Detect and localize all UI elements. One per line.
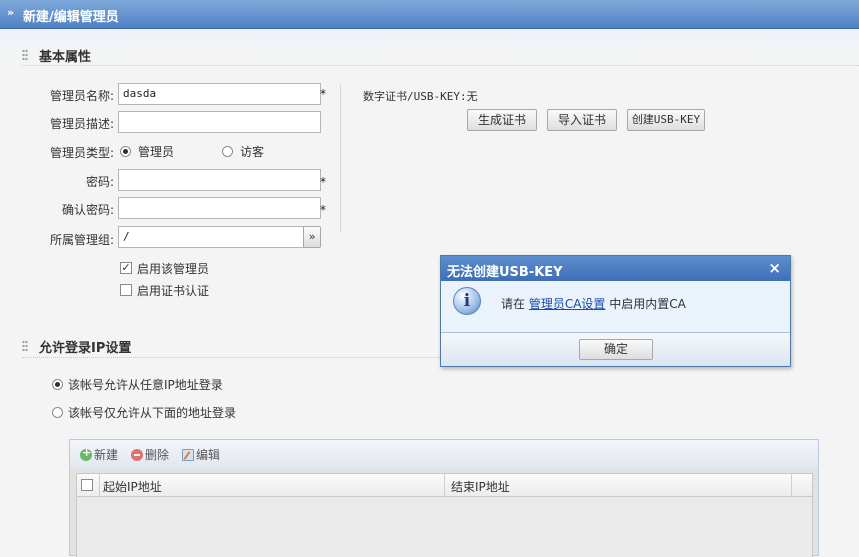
page-title: 新建/编辑管理员 xyxy=(23,10,119,25)
generate-cert-button[interactable]: 生成证书 xyxy=(467,109,537,131)
ip-section-title: 允许登录IP设置 xyxy=(39,341,132,356)
name-input[interactable]: dasda xyxy=(118,83,321,105)
ip-list-label: 该帐号仅允许从下面的地址登录 xyxy=(68,406,237,420)
section-divider xyxy=(22,65,859,66)
edit-icon xyxy=(182,449,194,461)
section-grip-icon xyxy=(22,340,28,351)
ip-grid-header: 起始IP地址 结束IP地址 xyxy=(76,473,813,497)
type-label: 管理员类型: xyxy=(49,146,114,160)
dialog-body: i 请在 管理员CA设置 中启用内置CA xyxy=(441,281,790,333)
type-guest-label: 访客 xyxy=(240,145,265,159)
ip-grid: 新建 删除 编辑 起始IP地址 结束IP地址 xyxy=(69,439,819,557)
column-divider xyxy=(444,474,445,496)
type-admin-label: 管理员 xyxy=(138,145,175,159)
add-label: 新建 xyxy=(94,448,119,462)
type-admin-radio[interactable] xyxy=(120,146,131,157)
enable-cert-label: 启用证书认证 xyxy=(137,284,210,298)
edit-button[interactable]: 编辑 xyxy=(182,446,220,463)
group-label: 所属管理组: xyxy=(49,233,114,247)
ok-button[interactable]: 确定 xyxy=(579,339,653,360)
group-picker-button[interactable]: » xyxy=(303,226,321,248)
header-band xyxy=(0,29,859,65)
enable-admin-label: 启用该管理员 xyxy=(137,262,210,276)
name-label: 管理员名称: xyxy=(49,89,114,103)
select-all-checkbox[interactable] xyxy=(81,479,93,491)
usbkey-error-dialog: 无法创建USB-KEY × i 请在 管理员CA设置 中启用内置CA 确定 xyxy=(440,255,791,367)
required-mark: * xyxy=(320,87,326,101)
dialog-msg-suffix: 中启用内置CA xyxy=(609,297,686,311)
confirm-password-input[interactable] xyxy=(118,197,321,219)
enable-cert-checkbox[interactable] xyxy=(120,284,132,296)
cert-status: 数字证书/USB-KEY:无 xyxy=(363,90,478,103)
basic-section-title: 基本属性 xyxy=(39,50,92,65)
delete-icon xyxy=(131,449,143,461)
edit-label: 编辑 xyxy=(196,448,221,462)
group-input[interactable]: / xyxy=(118,226,304,248)
section-divider xyxy=(22,357,442,358)
vertical-divider xyxy=(340,84,341,232)
ip-grid-toolbar: 新建 删除 编辑 xyxy=(70,440,818,468)
password-input[interactable] xyxy=(118,169,321,191)
ca-settings-link[interactable]: 管理员CA设置 xyxy=(529,297,606,311)
window-title-bar: ›› 新建/编辑管理员 xyxy=(0,0,859,29)
delete-button[interactable]: 删除 xyxy=(131,446,169,463)
ip-grid-body xyxy=(76,497,813,557)
close-icon[interactable]: × xyxy=(768,259,781,277)
col-start-ip[interactable]: 起始IP地址 xyxy=(103,478,162,495)
dialog-footer: 确定 xyxy=(441,333,790,366)
password-label: 密码: xyxy=(85,175,114,189)
ip-any-label: 该帐号允许从任意IP地址登录 xyxy=(68,378,223,392)
type-guest-radio[interactable] xyxy=(222,146,233,157)
required-mark: * xyxy=(320,203,326,217)
section-grip-icon xyxy=(22,49,28,60)
confirm-password-label: 确认密码: xyxy=(61,203,114,217)
required-mark: * xyxy=(320,175,326,189)
import-cert-button[interactable]: 导入证书 xyxy=(547,109,617,131)
column-divider xyxy=(791,474,792,496)
info-icon: i xyxy=(453,287,481,315)
dialog-msg-prefix: 请在 xyxy=(501,297,526,311)
ip-any-radio[interactable] xyxy=(52,379,63,390)
double-chevron-icon: ›› xyxy=(7,6,14,19)
dialog-title-bar[interactable]: 无法创建USB-KEY × xyxy=(441,256,790,281)
delete-label: 删除 xyxy=(145,448,170,462)
dialog-title: 无法创建USB-KEY xyxy=(447,265,563,280)
col-end-ip[interactable]: 结束IP地址 xyxy=(451,478,510,495)
add-button[interactable]: 新建 xyxy=(80,446,118,463)
ip-list-radio[interactable] xyxy=(52,407,63,418)
column-divider xyxy=(99,474,100,496)
add-icon xyxy=(80,446,92,461)
enable-admin-checkbox[interactable]: ✓ xyxy=(120,262,132,274)
desc-label: 管理员描述: xyxy=(49,117,114,131)
dialog-message: 请在 管理员CA设置 中启用内置CA xyxy=(501,295,686,312)
desc-input[interactable] xyxy=(118,111,321,133)
create-usbkey-button[interactable]: 创建USB-KEY xyxy=(627,109,705,131)
